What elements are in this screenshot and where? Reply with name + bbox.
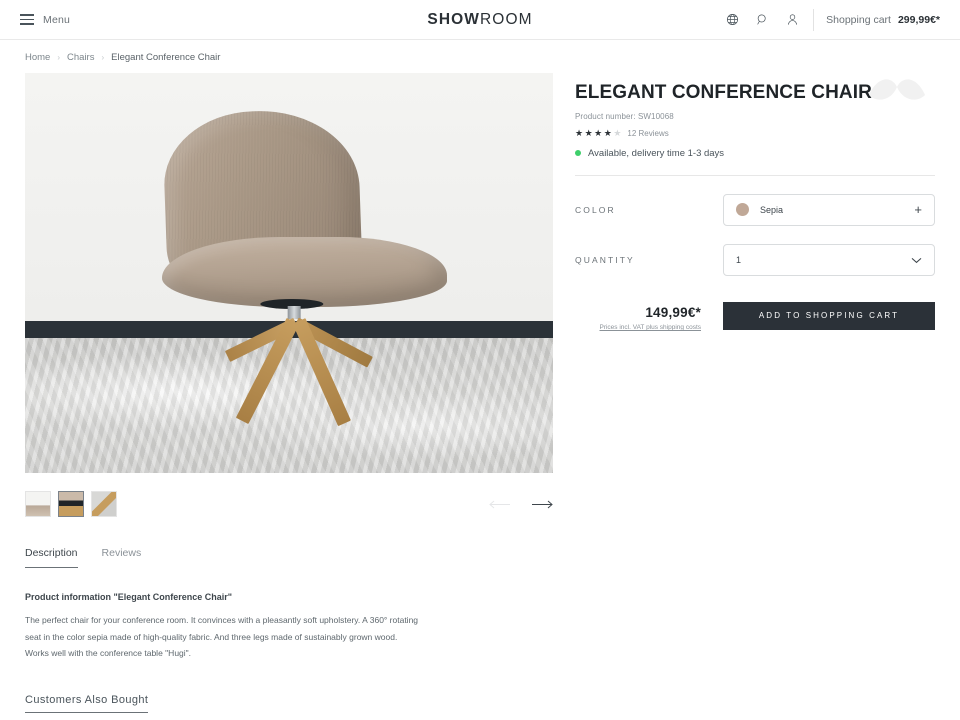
breadcrumb-separator: › bbox=[101, 53, 105, 62]
globe-icon[interactable] bbox=[717, 7, 747, 33]
shopping-cart-button[interactable]: Shopping cart 299,99€* bbox=[826, 14, 940, 26]
quantity-label: QUANTITY bbox=[575, 254, 635, 265]
chevron-down-icon[interactable] bbox=[911, 251, 922, 269]
color-select[interactable]: Sepia + bbox=[723, 193, 935, 226]
also-bought-section: Customers Also Bought bbox=[0, 690, 960, 713]
gallery-column bbox=[25, 73, 553, 517]
description-body: The perfect chair for your conference ro… bbox=[25, 615, 419, 659]
star-icon: ★ bbox=[584, 127, 593, 138]
star-icon-empty: ★ bbox=[613, 127, 622, 138]
breadcrumb-separator: › bbox=[57, 53, 61, 62]
gallery-arrows bbox=[489, 500, 553, 509]
cart-total: 299,99€* bbox=[897, 13, 940, 26]
header-divider bbox=[813, 8, 815, 31]
site-logo[interactable]: SHOWROOM bbox=[427, 11, 532, 29]
description-heading: Product information "Elegant Conference … bbox=[25, 592, 233, 602]
plus-icon[interactable]: + bbox=[914, 203, 922, 216]
product-image-main[interactable] bbox=[25, 73, 553, 473]
color-value: Sepia bbox=[760, 204, 784, 215]
product-info-column: ELEGANT CONFERENCE CHAIR Product number:… bbox=[575, 73, 935, 517]
thumbnail-image bbox=[92, 492, 116, 516]
description-panel: Product information "Elegant Conference … bbox=[0, 592, 420, 662]
star-icon: ★ bbox=[603, 127, 612, 138]
menu-label: Menu bbox=[43, 13, 71, 26]
breadcrumb-item-home[interactable]: Home bbox=[25, 52, 50, 63]
header-actions: Shopping cart 299,99€* bbox=[717, 7, 940, 33]
product-main: ELEGANT CONFERENCE CHAIR Product number:… bbox=[0, 73, 960, 517]
product-number: Product number: SW10068 bbox=[575, 112, 935, 121]
arrow-right-icon[interactable] bbox=[531, 500, 553, 509]
gallery-controls bbox=[25, 491, 553, 517]
also-bought-title: Customers Also Bought bbox=[25, 694, 149, 713]
menu-button[interactable]: Menu bbox=[20, 14, 70, 26]
page-title: ELEGANT CONFERENCE CHAIR bbox=[575, 82, 872, 103]
product-number-value: SW10068 bbox=[637, 111, 674, 121]
star-icon: ★ bbox=[594, 127, 603, 138]
arrow-left-icon[interactable] bbox=[489, 500, 511, 509]
product-photo bbox=[25, 73, 553, 473]
breadcrumb: Home › Chairs › Elegant Conference Chair bbox=[0, 40, 960, 73]
site-header: Menu SHOWROOM Shopping cart 299,99€* bbox=[0, 0, 960, 40]
search-icon[interactable] bbox=[747, 7, 777, 33]
quantity-select[interactable]: 1 bbox=[723, 243, 935, 276]
tab-reviews[interactable]: Reviews bbox=[102, 547, 142, 568]
availability-text: Available, delivery time 1-3 days bbox=[588, 147, 725, 159]
quantity-row: QUANTITY 1 bbox=[575, 243, 935, 276]
hamburger-icon bbox=[20, 14, 34, 25]
thumbnail-item[interactable] bbox=[91, 491, 117, 517]
tab-description[interactable]: Description bbox=[25, 547, 78, 568]
product-number-label: Product number: bbox=[575, 111, 636, 121]
add-to-cart-button[interactable]: ADD TO SHOPPING CART bbox=[723, 301, 935, 330]
breadcrumb-item-current: Elegant Conference Chair bbox=[111, 52, 221, 63]
section-divider bbox=[575, 174, 935, 176]
account-icon[interactable] bbox=[777, 7, 807, 33]
logo-light: ROOM bbox=[480, 10, 533, 28]
product-price: 149,99€* bbox=[645, 304, 701, 320]
logo-bold: SHOW bbox=[427, 10, 480, 28]
star-icon: ★ bbox=[575, 127, 584, 138]
thumbnail-item[interactable] bbox=[25, 491, 51, 517]
purchase-row: 149,99€* Prices incl. VAT plus shipping … bbox=[575, 301, 935, 331]
vat-shipping-link[interactable]: Prices incl. VAT plus shipping costs bbox=[575, 324, 701, 331]
color-swatch-icon bbox=[736, 203, 749, 217]
chair-illustration bbox=[25, 73, 553, 473]
thumbnail-image bbox=[59, 492, 83, 516]
thumbnail-image bbox=[26, 492, 50, 516]
rating-row: ★ ★ ★ ★ ★ 12 Reviews bbox=[575, 127, 935, 138]
cart-label: Shopping cart bbox=[826, 13, 891, 26]
thumbnail-item[interactable] bbox=[58, 491, 84, 517]
reviews-count-link[interactable]: 12 Reviews bbox=[627, 129, 668, 138]
breadcrumb-item-chairs[interactable]: Chairs bbox=[67, 52, 94, 63]
color-row: COLOR Sepia + bbox=[575, 193, 935, 226]
chair-seat bbox=[162, 237, 448, 307]
product-tabs: Description Reviews bbox=[0, 547, 960, 568]
thumbnail-strip bbox=[25, 491, 117, 517]
color-label: COLOR bbox=[575, 204, 616, 215]
quantity-value: 1 bbox=[736, 254, 742, 265]
status-dot-icon bbox=[575, 150, 581, 157]
price-block: 149,99€* Prices incl. VAT plus shipping … bbox=[575, 302, 723, 331]
availability-status: Available, delivery time 1-3 days bbox=[575, 148, 935, 159]
star-rating: ★ ★ ★ ★ ★ bbox=[575, 127, 622, 138]
